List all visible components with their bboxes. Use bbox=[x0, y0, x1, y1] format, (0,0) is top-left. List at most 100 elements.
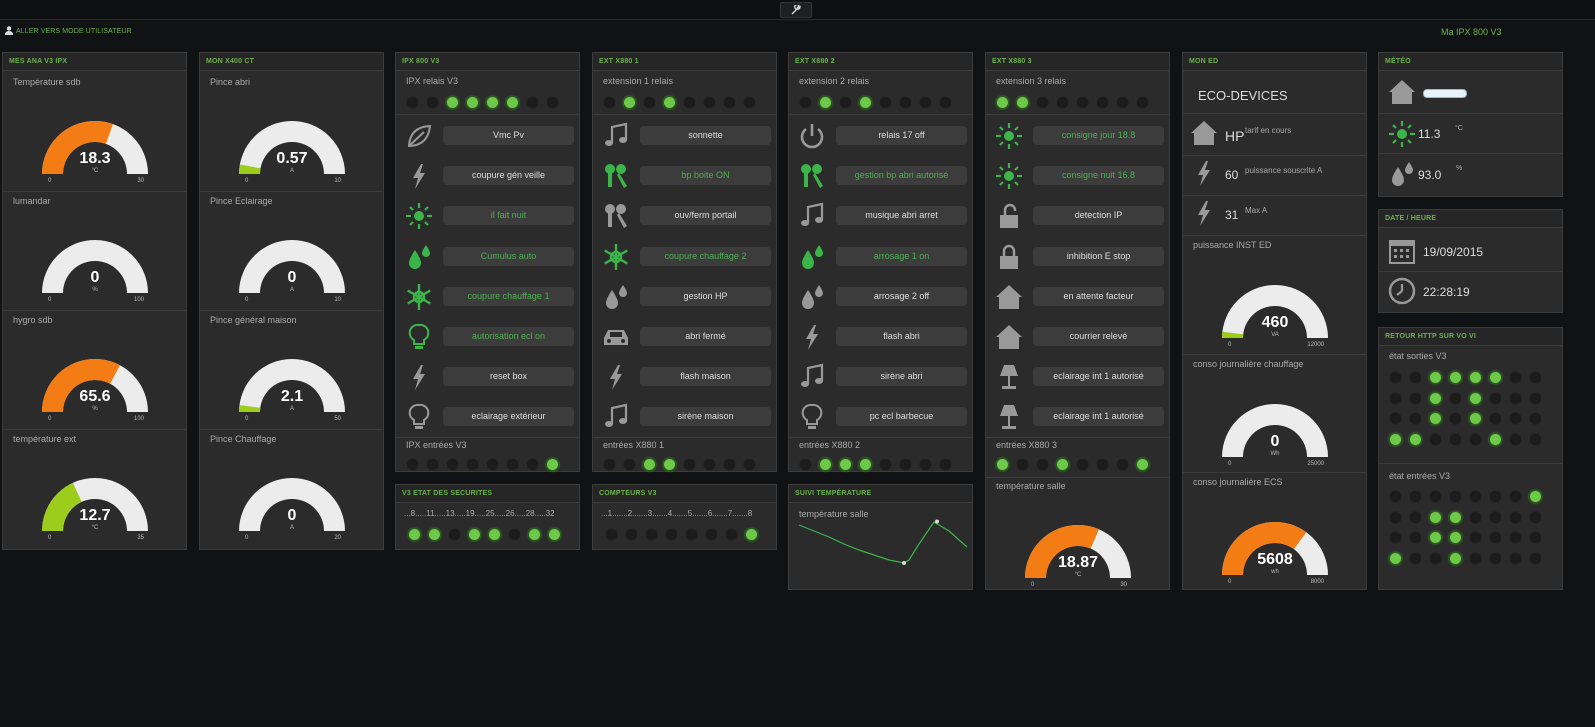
divider bbox=[3, 310, 186, 311]
relay-button[interactable]: eclairage int 1 autorisé bbox=[1033, 407, 1164, 427]
gauge-min: 0 bbox=[48, 297, 52, 303]
relay-button[interactable]: relais 17 off bbox=[836, 126, 967, 145]
relay-button[interactable]: coupure gén veille bbox=[443, 166, 574, 186]
gauge-value: 12.7 bbox=[79, 507, 111, 524]
output-led bbox=[1529, 412, 1542, 425]
relay-button[interactable]: arrosage 1 on bbox=[836, 246, 967, 266]
relay-button[interactable]: courrier relevé bbox=[1033, 327, 1164, 346]
input-led bbox=[1469, 531, 1482, 544]
gauge-label: hygro sdb bbox=[13, 315, 53, 325]
drops-icon bbox=[1392, 162, 1413, 186]
settings-wrench-button[interactable] bbox=[780, 2, 812, 18]
input-led bbox=[723, 458, 736, 471]
output-led bbox=[1509, 391, 1522, 405]
relay-led bbox=[1076, 96, 1089, 109]
bulb-icon bbox=[408, 323, 430, 349]
relay-button[interactable]: ouv/ferm portail bbox=[640, 206, 771, 226]
relay-button[interactable]: flash abri bbox=[836, 327, 967, 346]
relay-button[interactable]: abri fermé bbox=[640, 327, 771, 346]
input-led bbox=[1389, 531, 1402, 544]
relay-button[interactable]: reset box bbox=[443, 367, 574, 387]
relais-label: extension 2 relais bbox=[799, 76, 870, 86]
relay-led bbox=[1136, 96, 1149, 109]
divider bbox=[1183, 353, 1366, 355]
input-led bbox=[1409, 551, 1422, 565]
relay-led bbox=[939, 96, 952, 109]
lightning-icon bbox=[806, 325, 818, 350]
panel-title: MÉTÉO bbox=[1379, 53, 1562, 71]
relay-button[interactable]: autorisation ecl on bbox=[443, 327, 574, 346]
relay-button[interactable]: gestion bp abri autorisé bbox=[836, 166, 967, 186]
lightning-icon bbox=[1198, 161, 1210, 186]
relay-button[interactable]: coupure chauffage 2 bbox=[640, 246, 771, 266]
relay-button[interactable]: eclairage int 1 autorisé bbox=[1033, 367, 1164, 387]
relay-button[interactable]: sonnette bbox=[640, 126, 771, 145]
gauge-max: 30 bbox=[137, 178, 144, 184]
output-led bbox=[1469, 432, 1482, 446]
counter-led bbox=[705, 528, 718, 541]
entrees-label: état entrées V3 bbox=[1389, 471, 1451, 481]
gauge-value: 0 bbox=[1270, 432, 1280, 450]
panel-title: EXT X880 1 bbox=[593, 53, 776, 71]
input-led bbox=[1469, 510, 1482, 524]
panel-mes-ana: MES ANA V3 IPX Température sdb 18.3 °C 0 30 lu… bbox=[2, 52, 187, 550]
keys-icon bbox=[801, 164, 823, 189]
relay-row: il fait nuit bbox=[396, 196, 579, 236]
leaf-icon bbox=[407, 124, 432, 147]
relay-button[interactable]: en attente facteur bbox=[1033, 286, 1164, 306]
input-led bbox=[939, 458, 952, 471]
gauge-min: 0 bbox=[245, 416, 249, 422]
relay-button[interactable]: pc ecl barbecue bbox=[836, 407, 967, 427]
relay-button[interactable]: musique abri arret bbox=[836, 206, 967, 226]
home-icon bbox=[996, 284, 1022, 309]
output-led bbox=[1409, 432, 1422, 446]
lightning-icon bbox=[1198, 201, 1210, 226]
home-icon bbox=[1191, 121, 1217, 145]
relay-led bbox=[819, 96, 832, 109]
sorties-label: état sorties V3 bbox=[1389, 351, 1447, 361]
gauge-value: 0 bbox=[90, 269, 100, 286]
gauge-value: 0 bbox=[287, 507, 297, 524]
relay-button[interactable]: Vmc Pv bbox=[443, 126, 574, 145]
divider bbox=[3, 191, 186, 192]
input-led bbox=[1136, 458, 1149, 471]
gauge-label: conso journalière ECS bbox=[1193, 477, 1283, 487]
input-led bbox=[1529, 551, 1542, 565]
gauge-min: 0 bbox=[245, 297, 249, 303]
user-mode-link[interactable]: ALLER VERS MODE UTILISATEUR bbox=[5, 26, 132, 35]
input-led bbox=[996, 458, 1009, 471]
gauge-unit: % bbox=[92, 287, 98, 293]
relay-led bbox=[426, 96, 439, 109]
input-led bbox=[1449, 490, 1462, 503]
output-led bbox=[1489, 432, 1502, 446]
divider bbox=[986, 437, 1169, 438]
relay-button[interactable]: detection IP bbox=[1033, 206, 1164, 226]
relay-button[interactable]: sirène maison bbox=[640, 407, 771, 427]
relay-button[interactable]: inhibition E stop bbox=[1033, 246, 1164, 266]
relay-button[interactable]: arrosage 2 off bbox=[836, 286, 967, 306]
counter-led bbox=[605, 528, 618, 541]
weather-tag bbox=[1423, 89, 1467, 98]
keys-icon bbox=[605, 164, 627, 189]
relay-button[interactable]: eclairage extérieur bbox=[443, 407, 574, 427]
output-led bbox=[1429, 391, 1442, 405]
gauge-value: 0.57 bbox=[276, 150, 308, 167]
relay-button[interactable]: sirène abri bbox=[836, 367, 967, 387]
relay-button[interactable]: flash maison bbox=[640, 367, 771, 387]
input-led bbox=[799, 458, 812, 471]
gauge-value: 5608 bbox=[1257, 551, 1293, 568]
relay-button[interactable]: gestion HP bbox=[640, 286, 771, 306]
relay-button[interactable]: bp boite ON bbox=[640, 166, 771, 186]
relay-button[interactable]: coupure chauffage 1 bbox=[443, 286, 574, 306]
relay-led bbox=[466, 96, 479, 109]
gauge-value: 2.1 bbox=[280, 388, 304, 405]
relay-button[interactable]: consigne jour 18.8 bbox=[1033, 126, 1164, 145]
input-led bbox=[1509, 510, 1522, 524]
relay-button[interactable]: il fait nuit bbox=[443, 206, 574, 226]
relay-button[interactable]: Cumulus auto bbox=[443, 246, 574, 266]
temperature-sparkline bbox=[798, 519, 968, 565]
relay-button[interactable]: consigne nuit 16.8 bbox=[1033, 166, 1164, 186]
gauge-min: 0 bbox=[1228, 342, 1232, 348]
relay-row: Vmc Pv bbox=[396, 116, 579, 156]
input-led bbox=[1429, 531, 1442, 544]
